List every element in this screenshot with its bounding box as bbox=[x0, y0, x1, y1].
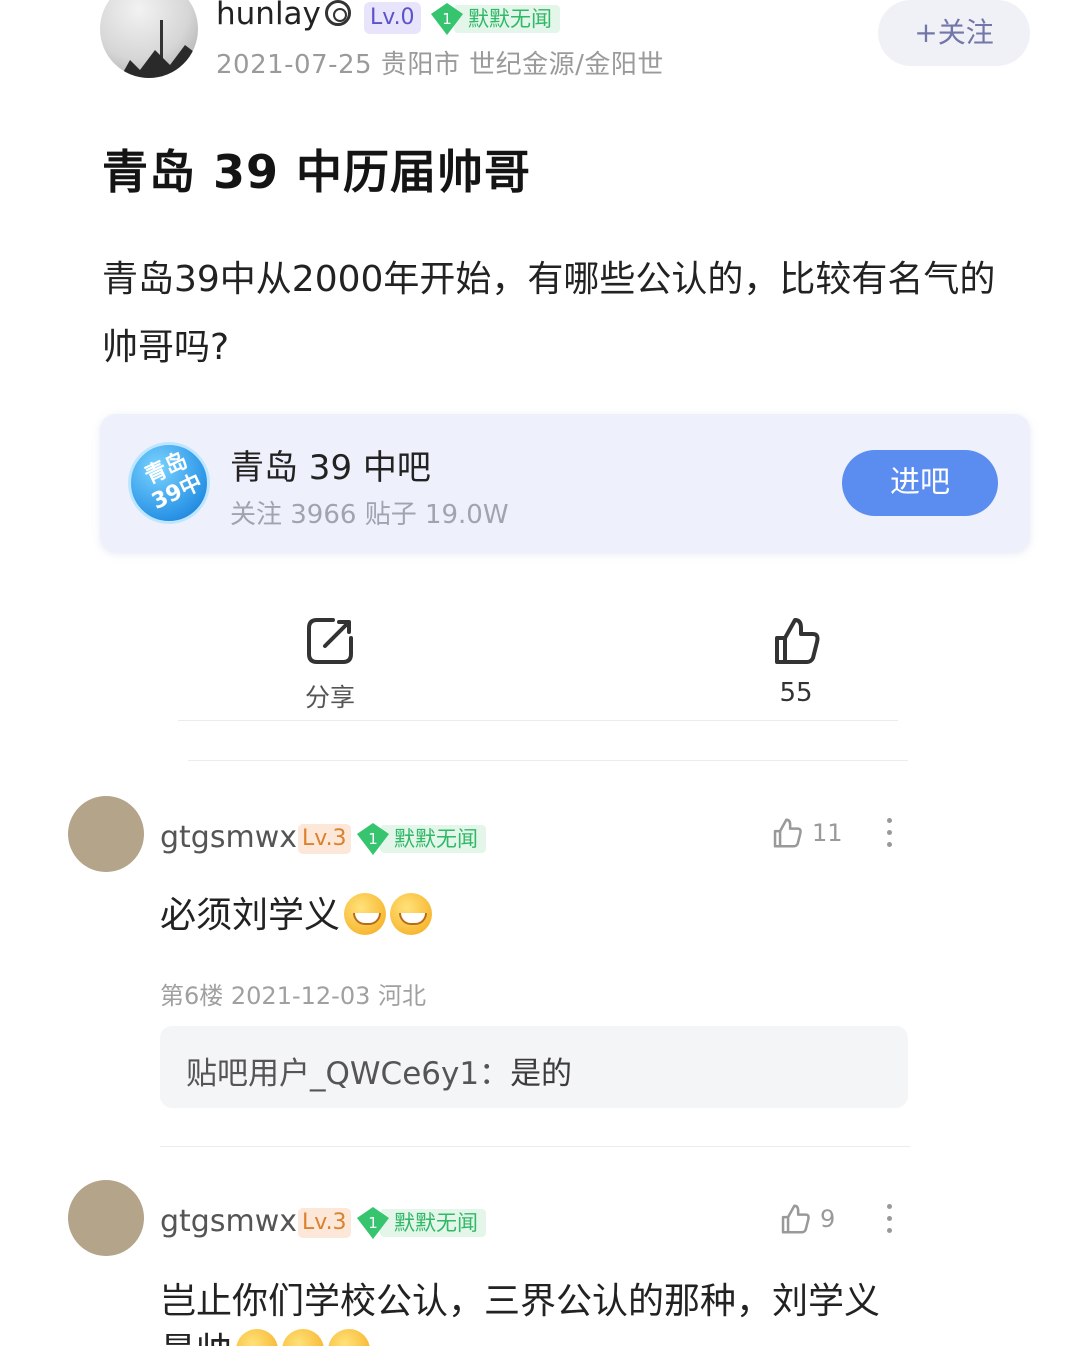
grin-emoji-icon bbox=[236, 1329, 279, 1346]
forum-logo-text: 青岛 39中 bbox=[141, 448, 207, 515]
comment-level-badge: Lv.3 bbox=[298, 824, 351, 854]
comment-text-content: 最帅 bbox=[160, 1331, 232, 1346]
diamond-icon: 1 bbox=[431, 3, 463, 35]
more-options-icon[interactable] bbox=[887, 1204, 893, 1238]
enter-forum-button[interactable]: 进吧 bbox=[842, 450, 998, 516]
author-avatar[interactable] bbox=[100, 0, 198, 78]
reply-content: 是的 bbox=[510, 1056, 573, 1092]
follow-button[interactable]: +关注 bbox=[878, 0, 1030, 66]
like-button[interactable]: 55 bbox=[746, 614, 846, 708]
comment-text: 岂止你们学校公认，三界公认的那种，刘学义 bbox=[160, 1281, 881, 1322]
verified-icon bbox=[324, 0, 351, 26]
grin-emoji-icon bbox=[390, 893, 433, 935]
comment-text-line2: 最帅 bbox=[160, 1322, 371, 1346]
forum-stats: 关注 3966 贴子 19.0W bbox=[230, 500, 509, 530]
comment-avatar[interactable] bbox=[68, 796, 144, 872]
comment-like-count: 11 bbox=[812, 819, 843, 847]
grin-emoji-icon bbox=[282, 1329, 325, 1346]
comment-level-badge: Lv.3 bbox=[298, 1208, 351, 1238]
comment-text: 必须刘学义 bbox=[160, 886, 433, 938]
comment-like-button[interactable]: 9 bbox=[778, 1202, 835, 1236]
comment-text-content: 必须刘学义 bbox=[160, 895, 341, 936]
comment-like-button[interactable]: 11 bbox=[770, 816, 843, 850]
thumbs-up-icon bbox=[775, 618, 820, 664]
diamond-icon: 1 bbox=[357, 823, 389, 855]
share-button[interactable]: 分享 bbox=[280, 614, 380, 714]
author-level-badge: Lv.0 bbox=[364, 2, 421, 34]
more-options-icon[interactable] bbox=[887, 818, 893, 852]
comment-username[interactable]: gtgsmwx bbox=[160, 1204, 297, 1239]
reply-username[interactable]: 贴吧用户_QWCe6y1： bbox=[186, 1056, 510, 1092]
svg-text:1: 1 bbox=[442, 10, 452, 28]
divider bbox=[188, 760, 908, 761]
grin-emoji-icon bbox=[344, 893, 387, 935]
comment-like-count: 9 bbox=[820, 1205, 836, 1233]
post-body: 青岛39中从2000年开始，有哪些公认的，比较有名气的帅哥吗? bbox=[102, 259, 996, 368]
comment-medal-badge: 1 默默无闻 bbox=[356, 822, 486, 856]
share-label: 分享 bbox=[304, 683, 355, 712]
comment-username[interactable]: gtgsmwx bbox=[160, 820, 297, 855]
medal-title: 默默无闻 bbox=[380, 1209, 486, 1237]
author-medal-badge: 1 默默无闻 bbox=[430, 2, 560, 36]
comment-avatar[interactable] bbox=[68, 1180, 144, 1256]
medal-title: 默默无闻 bbox=[454, 5, 560, 33]
forum-card[interactable]: 青岛 39中 青岛 39 中吧 关注 3966 贴子 19.0W 进吧 bbox=[100, 414, 1030, 552]
divider bbox=[178, 720, 898, 721]
reply-box[interactable]: 贴吧用户_QWCe6y1：是的 bbox=[160, 1026, 908, 1108]
medal-title: 默默无闻 bbox=[380, 825, 486, 853]
thumbs-up-icon bbox=[781, 1204, 810, 1234]
author-name-text: hunlay bbox=[216, 0, 321, 32]
share-icon bbox=[307, 618, 353, 664]
comment-medal-badge: 1 默默无闻 bbox=[356, 1206, 486, 1240]
reply-text: 贴吧用户_QWCe6y1：是的 bbox=[186, 1048, 572, 1093]
like-count: 55 bbox=[779, 678, 813, 708]
post-title: 青岛 39 中历届帅哥 bbox=[102, 145, 532, 199]
svg-text:1: 1 bbox=[368, 830, 378, 848]
svg-text:1: 1 bbox=[368, 1214, 378, 1232]
diamond-icon: 1 bbox=[357, 1207, 389, 1239]
post-date-location: 2021-07-25 贵阳市 世纪金源/金阳世 bbox=[216, 50, 664, 80]
forum-name: 青岛 39 中吧 bbox=[230, 448, 431, 488]
grin-emoji-icon bbox=[328, 1329, 371, 1346]
forum-logo: 青岛 39中 bbox=[128, 442, 210, 524]
divider bbox=[160, 1146, 910, 1147]
author-name[interactable]: hunlay bbox=[216, 0, 351, 32]
comment-floor-info: 第6楼 2021-12-03 河北 bbox=[160, 982, 427, 1010]
thumbs-up-icon bbox=[773, 818, 802, 848]
